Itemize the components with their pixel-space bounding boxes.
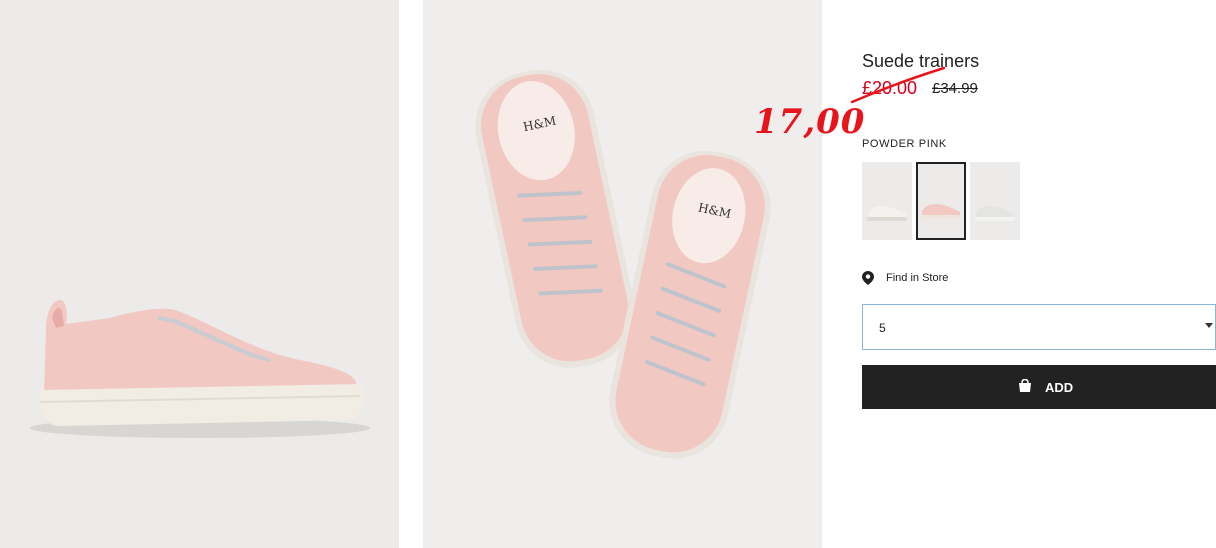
map-pin-icon — [862, 271, 874, 285]
red-strike-annotation — [850, 66, 946, 104]
sneaker-side-view — [30, 300, 370, 438]
swatch-white[interactable] — [862, 162, 912, 240]
product-image-side[interactable] — [0, 0, 399, 548]
chevron-down-icon — [1205, 323, 1213, 328]
handwritten-price-annotation: 17,00 — [754, 102, 866, 142]
product-image-top[interactable]: H&M H&M — [423, 0, 822, 548]
grey-sneaker-thumbnail — [975, 206, 1015, 221]
shopping-bag-icon — [1019, 379, 1031, 392]
sneaker-top-view: H&M H&M — [475, 69, 771, 459]
size-selected-value: 5 — [879, 321, 886, 335]
white-sneaker-thumbnail — [867, 206, 907, 221]
find-in-store-label: Find in Store — [886, 272, 949, 284]
add-button-label: ADD — [1045, 380, 1074, 395]
pink-sneaker-thumbnail — [921, 204, 961, 219]
swatch-powder-pink[interactable] — [916, 162, 966, 240]
swatch-light-grey[interactable] — [970, 162, 1020, 240]
size-select[interactable]: 5 — [862, 304, 1216, 350]
add-to-bag-button[interactable]: ADD — [862, 365, 1216, 409]
color-name: POWDER PINK — [862, 138, 947, 150]
